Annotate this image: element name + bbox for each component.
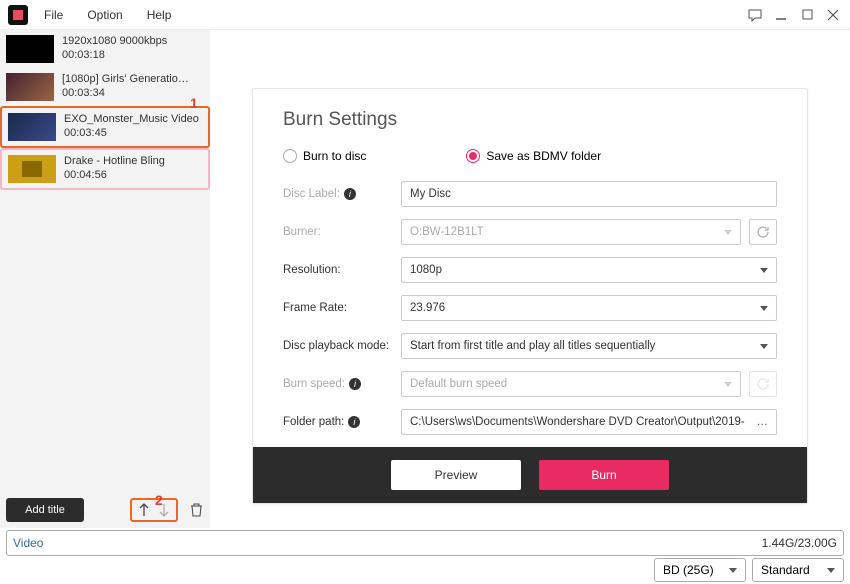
frame-rate-label: Frame Rate:	[283, 302, 393, 314]
disc-label-label: Disc Label:i	[283, 188, 393, 200]
video-item[interactable]: Drake - Hotline Bling 00:04:56	[0, 148, 210, 190]
menu-file[interactable]: File	[44, 8, 63, 22]
video-title: Drake - Hotline Bling	[64, 155, 165, 167]
app-logo	[8, 5, 28, 25]
folder-path-label: Folder path:i	[283, 416, 393, 428]
video-title: 1920x1080 9000kbps	[62, 35, 167, 47]
video-duration: 00:03:34	[62, 87, 189, 99]
panel-footer: Preview Burn	[253, 447, 807, 503]
move-up-icon[interactable]	[136, 502, 152, 518]
radio-save-bdmv[interactable]: Save as BDMV folder	[466, 149, 601, 163]
info-icon[interactable]: i	[344, 188, 356, 200]
video-thumbnail	[8, 113, 56, 141]
annotation-label: 2	[155, 492, 163, 508]
video-thumbnail	[6, 35, 54, 63]
status-label: Video	[13, 536, 43, 550]
main-menu: File Option Help	[44, 8, 171, 22]
menu-help[interactable]: Help	[147, 8, 172, 22]
move-buttons-group	[130, 498, 178, 522]
preview-button[interactable]: Preview	[391, 460, 521, 490]
burn-button[interactable]: Burn	[539, 460, 669, 490]
radio-icon	[283, 149, 297, 163]
radio-label: Burn to disc	[303, 149, 366, 163]
quality-select[interactable]: Standard	[752, 558, 844, 582]
disc-type-select[interactable]: BD (25G)	[654, 558, 746, 582]
video-duration: 00:03:45	[64, 127, 199, 139]
playback-mode-label: Disc playback mode:	[283, 340, 393, 352]
status-size: 1.44G/23.00G	[762, 536, 837, 550]
resolution-label: Resolution:	[283, 264, 393, 276]
minimize-icon[interactable]	[774, 8, 788, 22]
feedback-icon[interactable]	[748, 8, 762, 22]
refresh-speed-icon	[749, 371, 777, 397]
video-thumbnail	[8, 155, 56, 183]
radio-icon	[466, 149, 480, 163]
folder-path-input[interactable]: C:\Users\ws\Documents\Wondershare DVD Cr…	[401, 409, 777, 435]
disc-label-input[interactable]: My Disc	[401, 181, 777, 207]
burn-speed-select: Default burn speed	[401, 371, 741, 397]
titlebar: File Option Help	[0, 0, 850, 30]
video-title: [1080p] Girls' Generatio…	[62, 73, 189, 85]
info-icon[interactable]: i	[348, 416, 360, 428]
resolution-select[interactable]: 1080p	[401, 257, 777, 283]
panel-title: Burn Settings	[283, 109, 777, 131]
playback-mode-select[interactable]: Start from first title and play all titl…	[401, 333, 777, 359]
video-title: EXO_Monster_Music Video	[64, 113, 199, 125]
annotation-label: 1	[190, 95, 198, 111]
info-icon[interactable]: i	[349, 378, 361, 390]
close-icon[interactable]	[826, 8, 840, 22]
maximize-icon[interactable]	[800, 8, 814, 22]
video-duration: 00:04:56	[64, 169, 165, 181]
burn-speed-label: Burn speed:i	[283, 378, 393, 390]
burn-settings-panel: Burn Settings Burn to disc Save as BDMV …	[252, 88, 808, 504]
video-duration: 00:03:18	[62, 49, 167, 61]
video-list: 1920x1080 9000kbps 00:03:18 [1080p] Girl…	[0, 30, 210, 492]
burner-select: O:BW-12B1LT	[401, 219, 741, 245]
video-item[interactable]: 1920x1080 9000kbps 00:03:18	[0, 30, 210, 68]
video-item-selected[interactable]: EXO_Monster_Music Video 00:03:45	[0, 106, 210, 148]
delete-icon[interactable]	[188, 502, 204, 518]
menu-option[interactable]: Option	[87, 8, 122, 22]
add-title-button[interactable]: Add title	[6, 498, 84, 522]
video-item[interactable]: [1080p] Girls' Generatio… 00:03:34	[0, 68, 210, 106]
bottom-bar: BD (25G) Standard	[0, 556, 850, 584]
radio-burn-to-disc[interactable]: Burn to disc	[283, 149, 366, 163]
radio-label: Save as BDMV folder	[486, 149, 601, 163]
main-area: Burn Settings Burn to disc Save as BDMV …	[210, 30, 850, 528]
frame-rate-select[interactable]: 23.976	[401, 295, 777, 321]
refresh-burner-icon[interactable]	[749, 219, 777, 245]
burner-label: Burner:	[283, 226, 393, 238]
browse-icon[interactable]: …	[757, 416, 769, 428]
sidebar: 1920x1080 9000kbps 00:03:18 [1080p] Girl…	[0, 30, 210, 528]
status-bar: Video 1.44G/23.00G	[6, 530, 844, 556]
video-thumbnail	[6, 73, 54, 101]
sidebar-toolbar: Add title	[0, 492, 210, 528]
